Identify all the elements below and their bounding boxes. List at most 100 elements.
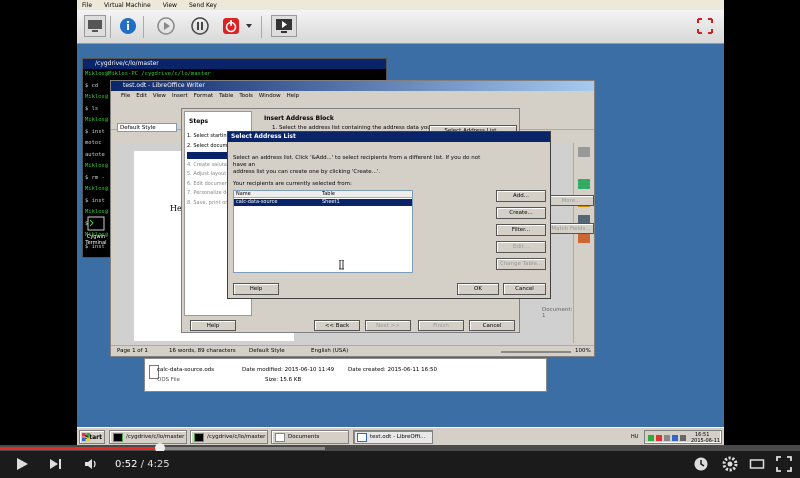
create-button[interactable]: Create... (496, 207, 546, 219)
wizard-step-item[interactable]: 7. Personalize do (187, 190, 230, 196)
file-created: Date created: 2015-06-11 16:50 (348, 367, 438, 373)
task-cygwin-1[interactable]: /cygdrive/c/lo/master (109, 430, 187, 444)
writer-menu-item[interactable]: Tools (239, 93, 253, 99)
wizard-step-item[interactable]: 8. Save, print or (187, 200, 227, 206)
status-words: 16 words, 89 characters (169, 348, 236, 354)
volume-icon[interactable] (83, 456, 99, 472)
expand-icon (697, 18, 713, 34)
vm-menu-view[interactable]: View (163, 2, 177, 9)
writer-doc-icon (357, 433, 367, 442)
match-fields-button[interactable]: Match Fields... (548, 223, 594, 234)
chevron-down-icon (246, 24, 252, 28)
dialog-cancel-button[interactable]: Cancel (503, 283, 546, 295)
writer-menu-item[interactable]: View (153, 93, 166, 99)
keyboard-language[interactable]: HU (631, 434, 638, 440)
console-button[interactable] (84, 15, 106, 37)
column-name-header[interactable]: Name (236, 191, 251, 197)
wizard-cancel-button[interactable]: Cancel (469, 320, 515, 331)
task-documents[interactable]: Documents (271, 430, 349, 444)
time-display: 0:52 / 4:25 (115, 459, 170, 470)
wizard-help-button[interactable]: Help (190, 320, 236, 331)
next-icon[interactable] (48, 456, 64, 472)
task-cygwin-2[interactable]: /cygdrive/c/lo/master (190, 430, 268, 444)
play-button[interactable] (155, 15, 177, 37)
finish-button[interactable]: Finish (418, 320, 464, 331)
select-address-list-dialog: Select Address List Select an address li… (227, 131, 551, 299)
windows-logo-icon (82, 433, 90, 441)
status-zoom: 100% (575, 348, 591, 354)
dialog-description-line: Select an address list. Click '&Add...' … (233, 155, 481, 168)
next-button[interactable]: Next >> (365, 320, 411, 331)
wizard-step-item[interactable]: 1. Select starting (187, 133, 230, 139)
terminal-icon (113, 433, 123, 442)
fullscreen-toggle[interactable] (697, 15, 713, 37)
filter-button[interactable]: Filter... (496, 224, 546, 236)
ok-button[interactable]: OK (457, 283, 499, 295)
fullscreen-console-button[interactable] (271, 15, 297, 37)
vm-menu-virtual-machine[interactable]: Virtual Machine (104, 2, 151, 9)
pause-button[interactable] (189, 15, 211, 37)
writer-menubar: File Edit View Insert Format Table Tools… (111, 91, 594, 100)
toolbar-separator (143, 16, 144, 38)
writer-menu-item[interactable]: Edit (136, 93, 147, 99)
row-table-cell: Sheet1 (322, 199, 340, 205)
mouse-cursor-icon (339, 260, 344, 270)
dialog-title: Select Address List (228, 132, 550, 142)
sidebar-tool-icon[interactable] (578, 147, 590, 157)
table-row[interactable]: calc-data-source Sheet1 (234, 199, 412, 206)
wizard-step-item[interactable]: 6. Edit document (187, 181, 230, 187)
writer-menu-item[interactable]: Format (194, 93, 213, 99)
system-tray: HU 16:51 2015-06-11 (631, 430, 722, 444)
edit-button[interactable]: Edit... (496, 241, 546, 253)
info-button[interactable] (117, 15, 139, 37)
terminal-line: Miklos@ (85, 186, 109, 192)
desktop-icon-label: Terminal (85, 240, 107, 246)
power-button[interactable] (220, 15, 242, 37)
writer-menu-item[interactable]: Insert (172, 93, 188, 99)
letterbox-right (724, 0, 800, 445)
task-writer[interactable]: test.odt - LibreOffi... (353, 430, 433, 444)
wizard-step-item[interactable]: 4. Create salutati (187, 162, 230, 168)
task-label: Documents (288, 434, 320, 440)
zoom-slider[interactable] (501, 351, 571, 353)
more-button[interactable]: More... (548, 195, 594, 206)
start-button[interactable]: Start (79, 430, 105, 444)
writer-menu-item[interactable]: File (121, 93, 130, 99)
change-table-button[interactable]: Change Table... (496, 258, 546, 270)
back-button[interactable]: << Back (314, 320, 360, 331)
fullscreen-icon[interactable] (776, 456, 792, 472)
desktop-cygwin-icon[interactable]: Cygwin Terminal (82, 216, 110, 246)
writer-menu-item[interactable]: Window (259, 93, 281, 99)
add-button[interactable]: Add... (496, 190, 546, 202)
play-icon[interactable] (14, 456, 30, 472)
status-style: Default Style (249, 348, 285, 354)
terminal-line: $ ls (85, 105, 99, 112)
dialog-help-button[interactable]: Help (233, 283, 279, 295)
column-table-header[interactable]: Table (322, 191, 335, 197)
table-header: Name Table (234, 191, 412, 198)
writer-sidebar (573, 143, 593, 343)
writer-title: test.odt - LibreOffice Writer (111, 81, 594, 91)
taskbar: Start /cygdrive/c/lo/master /cygdrive/c/… (77, 427, 724, 445)
wizard-step-item[interactable]: 5. Adjust layout (187, 171, 226, 177)
settings-gear-icon[interactable] (722, 456, 738, 472)
vm-menu-file[interactable]: File (82, 2, 92, 9)
writer-menu-item[interactable]: Table (219, 93, 233, 99)
terminal-line: motoc (85, 140, 102, 146)
power-dropdown[interactable] (245, 15, 253, 37)
sidebar-gallery-icon[interactable] (578, 233, 590, 243)
file-name: calc-data-source.ods (157, 367, 215, 373)
paragraph-style-select[interactable]: Default Style (117, 123, 177, 132)
sidebar-text-icon[interactable] (578, 179, 590, 189)
terminal-line: Miklos@Miklos-PC /cygdrive/c/lo/master (85, 71, 211, 77)
address-list-table[interactable]: Name Table calc-data-source Sheet1 (233, 190, 413, 273)
theater-mode-icon[interactable] (749, 456, 765, 472)
dialog-description-line: address list you can create one by click… (233, 169, 381, 175)
writer-menu-item[interactable]: Help (287, 93, 300, 99)
terminal-line: $ rm - (85, 174, 105, 181)
watch-later-icon[interactable] (693, 456, 709, 472)
terminal-line: Miklos@ (85, 163, 109, 169)
vm-menu-send-key[interactable]: Send Key (189, 2, 217, 9)
vm-menubar: File Virtual Machine View Send Key (77, 0, 724, 10)
task-label: /cygdrive/c/lo/master (207, 434, 266, 440)
